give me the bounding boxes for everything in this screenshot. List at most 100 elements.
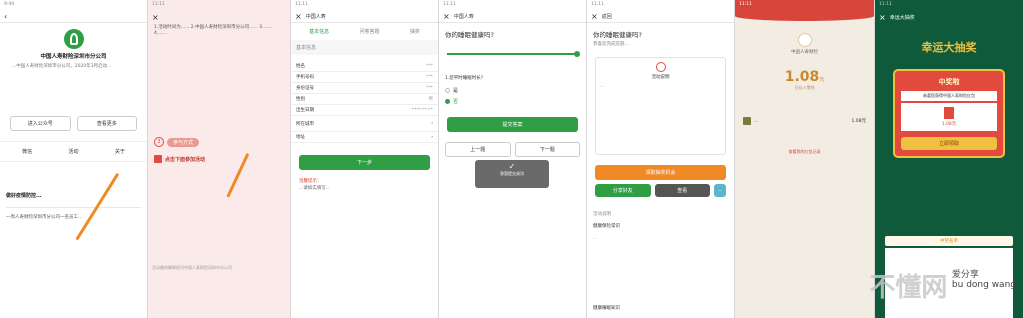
quiz-subquestion: 1.您平时睡眠时长? xyxy=(445,76,484,81)
org-name: 中国人寿财险 xyxy=(791,50,818,55)
status-bar: 9:49 xyxy=(4,2,15,7)
envelope-icon xyxy=(944,107,954,119)
chevron-right-icon: › xyxy=(431,134,433,140)
message-item[interactable]: 做好疫情防控... 一周人寿财险深圳市分公司一名员工... xyxy=(0,162,147,220)
message-title: 做好疫情防控... xyxy=(6,193,42,199)
watermark-latin: bu dong wang xyxy=(951,280,1016,290)
option-b[interactable]: 否 xyxy=(445,98,580,105)
form-fields: 姓名 *** 手机号码 *** 身份证号 *** 性别男 出生日期 ****-**-**… xyxy=(291,61,438,143)
result-subheading: 恭喜您完成答题... xyxy=(593,42,629,47)
prev-button[interactable]: 上一题 xyxy=(445,142,511,157)
next-question-button[interactable]: 下一题 xyxy=(514,142,580,157)
page-title: 幸运大抽奖 xyxy=(889,14,915,21)
step-indicator: 基本信息 问卷答题 抽奖 xyxy=(291,23,438,40)
account-intro: ...中国人寿财险深圳市分公司，2020年3月启动... xyxy=(12,64,112,69)
watermark-logo: 不懂网 xyxy=(869,273,948,303)
watermark: 不懂网 爱分享 bu dong wang xyxy=(869,267,1016,304)
share-button[interactable]: 分享好友 xyxy=(595,184,651,197)
toast: ✓ 答案提交成功 xyxy=(475,160,549,188)
watermark-tagline: 爱分享 xyxy=(951,270,979,280)
close-icon[interactable]: × xyxy=(295,12,302,21)
section-title: 基本信息 xyxy=(291,40,438,55)
records-link[interactable]: 查看我的红包记录 xyxy=(735,149,874,155)
message-text: 一周人寿财险深圳市分公司一名员工... xyxy=(6,215,83,220)
option-list: 是 否 xyxy=(439,85,586,107)
result-actions: 分享好友 查看 ... xyxy=(587,180,734,201)
card-text: ... xyxy=(600,83,604,88)
step-header: 3 参与方式 xyxy=(148,135,290,149)
rules-text: 1.活动时间为...... 2.中国人寿财险深圳市分公司...... 3....… xyxy=(154,25,272,37)
step-3: 抽奖 xyxy=(409,29,420,35)
nav-bar: × 幸运大抽奖 xyxy=(875,11,1023,23)
status-bar: 11:11 xyxy=(591,2,604,7)
close-icon[interactable]: × xyxy=(591,12,598,21)
company-name: 中国人寿财险深圳市分公司 xyxy=(40,54,107,60)
card-icon xyxy=(655,62,666,72)
org-avatar xyxy=(797,33,812,47)
hand-icon xyxy=(154,155,162,163)
article-item[interactable]: 健康保险常识 xyxy=(587,219,734,233)
back-icon[interactable]: ‹ xyxy=(4,12,7,21)
recipient-row: ... 1.08元 xyxy=(735,91,874,129)
join-link[interactable]: 点击下面参加活动 xyxy=(148,149,290,169)
next-button[interactable]: 下一步 xyxy=(299,155,430,170)
field-row[interactable]: 身份证号 *** xyxy=(291,83,438,94)
nav-bar: × 中国人寿 xyxy=(291,11,438,23)
note-title: 温馨提示： xyxy=(299,179,322,184)
status-bar: 11:11 xyxy=(152,2,165,7)
field-row[interactable]: 姓名 *** xyxy=(291,61,438,72)
packet-amount: 1.08元 xyxy=(784,69,825,85)
submit-button[interactable]: 提交答案 xyxy=(447,117,578,132)
packet-top xyxy=(735,11,874,21)
article-item[interactable]: 健康睡眠知识 xyxy=(593,305,620,311)
enter-account-button[interactable]: 进入公众号 xyxy=(10,116,71,131)
tab-about[interactable]: 关于 xyxy=(115,148,125,155)
phone-result: 11:11 × 返回 你的睡眠健康吗? 恭喜您完成答题... 活动说明 ... 领… xyxy=(587,0,735,318)
view-button[interactable]: 查看 xyxy=(654,184,710,197)
nav-bar: × 中国人寿 xyxy=(439,11,586,23)
check-icon: ✓ xyxy=(508,162,516,171)
close-icon[interactable]: × xyxy=(879,13,886,22)
option-a[interactable]: 是 xyxy=(445,87,580,94)
nav-bar: × xyxy=(148,11,290,23)
step-1: 基本信息 xyxy=(309,29,330,35)
more-button[interactable]: 查看更多 xyxy=(76,116,137,131)
field-row[interactable]: 所在城市 › xyxy=(291,116,438,132)
lottery-button[interactable]: 领取抽奖机会 xyxy=(595,165,726,180)
page-title: 中国人寿 xyxy=(305,14,326,20)
phone-activity-rules: 11:11 × 1.活动时间为...... 2.中国人寿财险深圳市分公司....… xyxy=(148,0,291,318)
screenshot-strip: 9:49 ‹ 中国人寿财险深圳市分公司 ...中国人寿财险深圳市分公司，2020… xyxy=(0,0,1024,318)
page-title: 中国人寿 xyxy=(453,14,474,20)
prize-popup: 中奖啦 恭喜您获得中国人寿财险红包 1.08元 立即领取 xyxy=(893,69,1005,158)
list-title: 活动说明 xyxy=(593,212,611,217)
radio-icon xyxy=(445,88,450,93)
account-header: 中国人寿财险深圳市分公司 xyxy=(0,29,147,60)
tab-activity[interactable]: 活动 xyxy=(68,148,78,155)
field-row[interactable]: 手机号码 *** xyxy=(291,72,438,83)
status-bar: 11:11 xyxy=(879,2,892,7)
status-bar: 11:11 xyxy=(295,2,308,7)
extra-button[interactable]: ... xyxy=(714,184,726,197)
close-icon[interactable]: × xyxy=(152,13,159,22)
progress-slider[interactable] xyxy=(447,51,580,57)
tab-wechat[interactable]: 微信 xyxy=(22,148,32,155)
page-title: 返回 xyxy=(601,14,612,20)
winners-section: 中奖名单 xyxy=(885,236,1013,246)
field-row[interactable]: 出生日期 ****-**-** xyxy=(291,105,438,116)
slider-handle-icon[interactable] xyxy=(574,51,580,57)
account-actions: 进入公众号 查看更多 xyxy=(0,110,147,137)
phone-basic-info-form: 11:11 × 中国人寿 基本信息 问卷答题 抽奖 基本信息 姓名 *** 手机号码… xyxy=(291,0,439,318)
close-icon[interactable]: × xyxy=(443,12,450,21)
card-title: 活动说明 xyxy=(651,75,670,80)
nav-bar: ‹ xyxy=(0,11,147,23)
article-item[interactable]: ... xyxy=(587,233,734,242)
field-row[interactable]: 性别男 xyxy=(291,94,438,105)
result-card: 活动说明 ... xyxy=(595,57,726,155)
note-text: ...请如实填写... xyxy=(299,186,331,191)
prize-envelope: 1.08元 xyxy=(901,103,997,131)
claim-button[interactable]: 立即领取 xyxy=(901,137,997,150)
field-row[interactable]: 地址 › xyxy=(291,132,438,143)
status-bar: 11:11 xyxy=(443,2,456,7)
step-label: 参与方式 xyxy=(167,137,200,147)
avatar xyxy=(743,117,751,125)
